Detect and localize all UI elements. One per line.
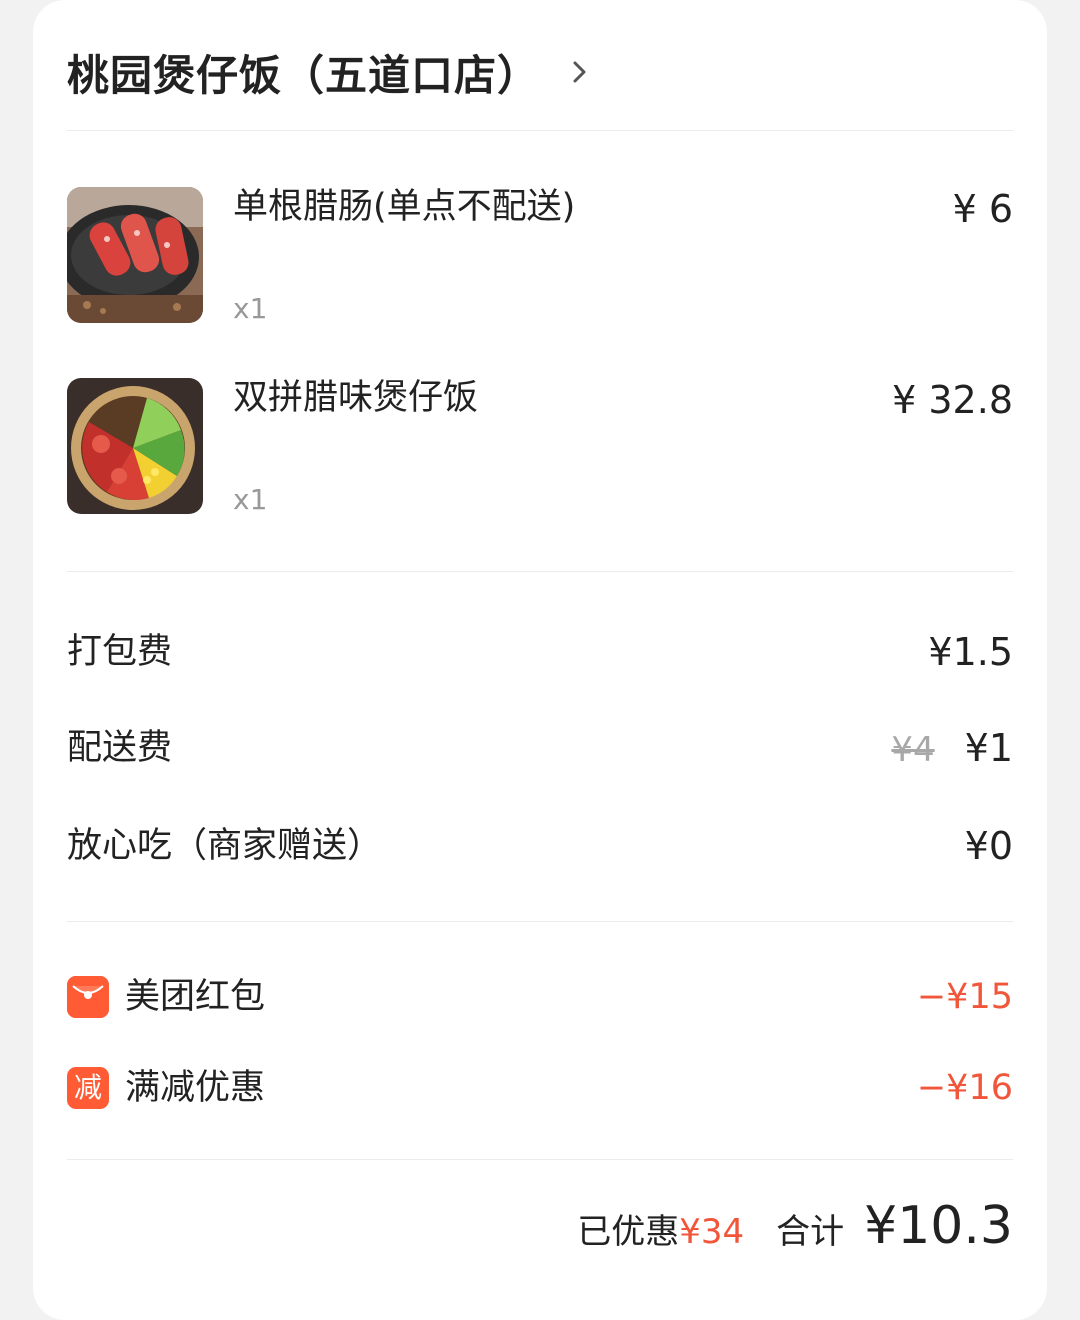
item-quantity: x1	[233, 292, 268, 325]
assurance-value: ¥0	[964, 824, 1013, 868]
red-packet-value: −¥15	[916, 977, 1013, 1017]
item-name: 单根腊肠(单点不配送)	[233, 187, 576, 227]
divider	[67, 571, 1013, 572]
claypot-rice-photo	[67, 378, 203, 514]
packing-fee-label: 打包费	[67, 632, 173, 672]
delivery-fee-values: ¥4 ¥1	[891, 722, 1013, 776]
total-label: 合计	[776, 1212, 845, 1252]
saved-label: 已优惠	[577, 1212, 680, 1252]
delivery-fee-value: ¥1	[964, 726, 1013, 770]
red-packet-label: 美团红包	[125, 977, 266, 1017]
divider	[67, 130, 1013, 131]
order-item: 单根腊肠(单点不配送) x1 ¥ 6	[67, 187, 1013, 327]
order-item: 双拼腊味煲仔饭 x1 ¥ 32.8	[67, 378, 1013, 518]
assurance-row: 放心吃（商家赠送） ¥0	[67, 820, 1013, 872]
delivery-fee-label: 配送费	[67, 728, 173, 768]
full-reduction-label: 满减优惠	[125, 1068, 266, 1108]
item-name: 双拼腊味煲仔饭	[233, 378, 479, 418]
chevron-right-icon[interactable]	[566, 58, 594, 86]
packing-fee-value: ¥1.5	[928, 630, 1013, 674]
full-reduction-value: −¥16	[916, 1068, 1013, 1108]
item-quantity: x1	[233, 483, 268, 516]
store-name[interactable]: 桃园煲仔饭（五道口店）	[67, 42, 540, 103]
full-reduction-row: 减 满减优惠 −¥16	[67, 1063, 1013, 1111]
divider	[67, 1159, 1013, 1160]
item-price: ¥ 32.8	[892, 378, 1013, 422]
delivery-fee-row: 配送费 ¥4 ¥1	[67, 722, 1013, 774]
order-card: 桃园煲仔饭（五道口店） 单根腊肠(单点不配送) x1 ¥ 6 双拼腊味煲仔饭 x…	[33, 0, 1047, 1320]
item-price: ¥ 6	[952, 187, 1013, 231]
delivery-fee-original: ¥4	[891, 730, 935, 770]
red-packet-row: 美团红包 −¥15	[67, 972, 1013, 1020]
saved-value: ¥34	[679, 1212, 745, 1252]
store-header[interactable]: 桃园煲仔饭（五道口店）	[67, 40, 594, 104]
divider	[67, 921, 1013, 922]
reduction-badge-icon: 减	[67, 1067, 109, 1109]
sausage-photo	[67, 187, 203, 323]
red-envelope-icon	[67, 976, 109, 1018]
packing-fee-row: 打包费 ¥1.5	[67, 626, 1013, 678]
assurance-label: 放心吃（商家赠送）	[67, 826, 383, 866]
order-summary: 已优惠 ¥34 合计 ¥10.3	[577, 1196, 1013, 1260]
total-value: ¥10.3	[864, 1196, 1013, 1256]
